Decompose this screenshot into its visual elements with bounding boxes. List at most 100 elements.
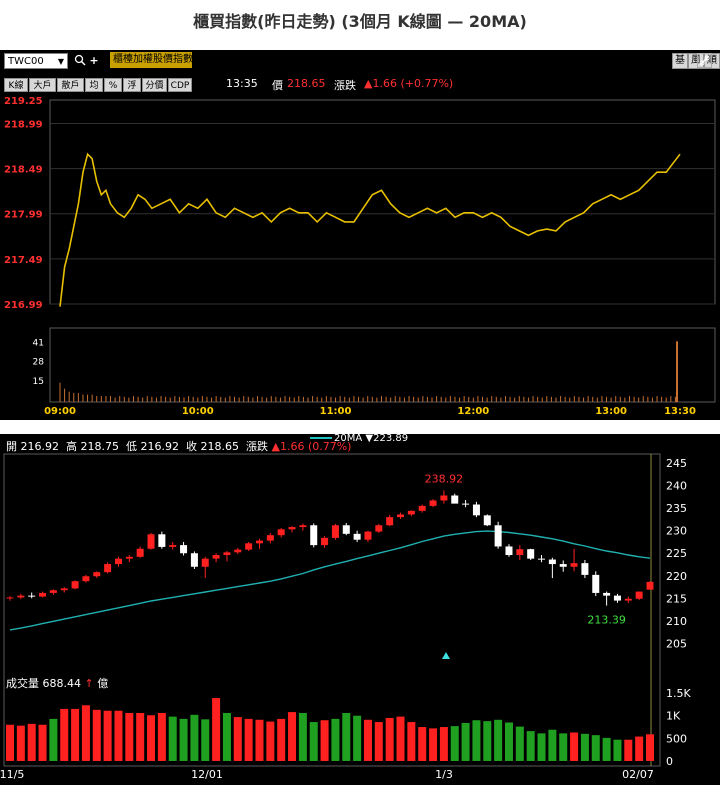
volume-bar xyxy=(38,724,47,761)
kline-y-tick: 220 xyxy=(666,570,687,583)
candle-body xyxy=(331,525,339,538)
candle-body xyxy=(169,545,177,547)
candle-body xyxy=(201,558,209,567)
volume-bar xyxy=(288,712,297,761)
ma-legend: 20MA ▼223.89 xyxy=(310,433,408,444)
low-annotation: 213.39 xyxy=(587,614,626,627)
intraday-y-tick: 218.49 xyxy=(4,165,43,176)
intraday-x-tick: 13:00 xyxy=(595,406,627,417)
volume-bar xyxy=(494,719,503,761)
candle-body xyxy=(342,525,350,534)
candle-body xyxy=(646,581,654,590)
candle-body xyxy=(49,590,57,593)
candle-body xyxy=(505,546,513,556)
volume-bar xyxy=(418,727,427,761)
candle-body xyxy=(190,553,198,567)
candle-body xyxy=(28,595,36,597)
candle-body xyxy=(516,549,524,556)
intraday-x-tick: 11:00 xyxy=(320,406,352,417)
kline-y-tick: 245 xyxy=(666,457,687,470)
intraday-volume-frame xyxy=(49,327,716,403)
volume-bar xyxy=(222,712,231,761)
volume-bar xyxy=(16,725,25,761)
kline-chart: 245 240 235 230 225 220 215 210 205 238.92 213.39 1… xyxy=(0,453,691,781)
link-icon[interactable] xyxy=(697,53,712,68)
candle-body xyxy=(255,540,263,544)
candle-body xyxy=(592,574,600,593)
candle-body xyxy=(364,531,372,540)
candle-body xyxy=(386,517,394,526)
volume-bar xyxy=(125,712,134,761)
ma20-line xyxy=(9,530,651,631)
intraday-y-tick: 216.99 xyxy=(4,300,43,311)
kline-y-tick: 235 xyxy=(666,502,687,515)
kline-y-tick: 240 xyxy=(666,480,687,493)
kline-y-tick: 205 xyxy=(666,637,687,650)
ma-swatch xyxy=(310,437,332,439)
volume-bar xyxy=(201,719,210,761)
candle-body xyxy=(125,556,133,559)
page-title: 櫃買指數(昨日走勢) (3個月 K線圖 — 20MA) xyxy=(193,12,527,31)
intraday-frame xyxy=(49,99,716,305)
marker-triangle xyxy=(442,652,450,659)
candle-body xyxy=(451,495,459,504)
volume-bar xyxy=(103,710,112,761)
candle-body xyxy=(212,555,220,559)
intraday-x-tick: 13:30 xyxy=(664,406,696,417)
volume-bar xyxy=(385,717,394,761)
candle-body xyxy=(6,597,14,599)
candle-body xyxy=(559,564,567,567)
volume-bar xyxy=(60,708,69,761)
candle-body xyxy=(158,534,166,547)
intraday-x-tick: 10:00 xyxy=(182,406,214,417)
volume-bar xyxy=(81,705,90,761)
kline-y-tick: 210 xyxy=(666,615,687,628)
volume-bar xyxy=(439,727,448,761)
volume-bar xyxy=(92,709,101,761)
volume-bar xyxy=(27,723,36,761)
candle-body xyxy=(266,535,274,541)
candle-body xyxy=(147,534,155,549)
volume-y-tick: 0 xyxy=(666,755,673,768)
candle-body xyxy=(60,588,68,591)
intraday-vol-tick: 41 xyxy=(33,338,44,348)
volume-bar xyxy=(320,720,329,761)
candle-body xyxy=(527,549,535,559)
candle-body xyxy=(538,558,546,560)
candle-body xyxy=(397,514,405,518)
candle-body xyxy=(17,595,25,598)
candle-body xyxy=(472,504,480,516)
intraday-x-tick: 12:00 xyxy=(457,406,489,417)
volume-bar xyxy=(342,712,351,761)
volume-bar xyxy=(580,733,589,761)
volume-bar xyxy=(526,731,535,761)
intraday-vol-tick: 15 xyxy=(33,377,44,387)
volume-bar xyxy=(266,721,275,761)
kline-y-tick: 225 xyxy=(666,547,687,560)
volume-bar xyxy=(461,722,470,761)
volume-bar xyxy=(483,721,492,761)
candle-body xyxy=(39,592,47,597)
volume-bar xyxy=(233,717,242,761)
candle-body xyxy=(407,510,415,515)
volume-y-tick: 1.5K xyxy=(666,687,691,700)
volume-bar xyxy=(147,715,156,761)
candle-body xyxy=(310,525,318,546)
candle-body xyxy=(288,527,296,530)
intraday-chart: 219.25 218.99 218.49 217.99 217.49 216.99 41 28… xyxy=(4,96,716,417)
volume-bar xyxy=(407,722,416,761)
intraday-y-tick: 217.99 xyxy=(4,210,43,221)
intraday-y-tick: 217.49 xyxy=(4,255,43,266)
volume-bar xyxy=(635,736,644,761)
candle-body xyxy=(82,576,90,582)
volume-bar xyxy=(591,735,600,761)
volume-bar xyxy=(190,714,199,761)
volume-bar xyxy=(429,728,438,761)
kline-panel: 245 240 235 230 225 220 215 210 205 238.92 213.39 1… xyxy=(0,433,720,785)
volume-bar xyxy=(602,737,611,761)
candle-body xyxy=(93,572,101,577)
candle-body xyxy=(418,505,426,511)
kline-x-tick: 1/3 xyxy=(435,768,453,781)
volume-bar xyxy=(277,718,286,761)
candle-body xyxy=(624,598,632,601)
